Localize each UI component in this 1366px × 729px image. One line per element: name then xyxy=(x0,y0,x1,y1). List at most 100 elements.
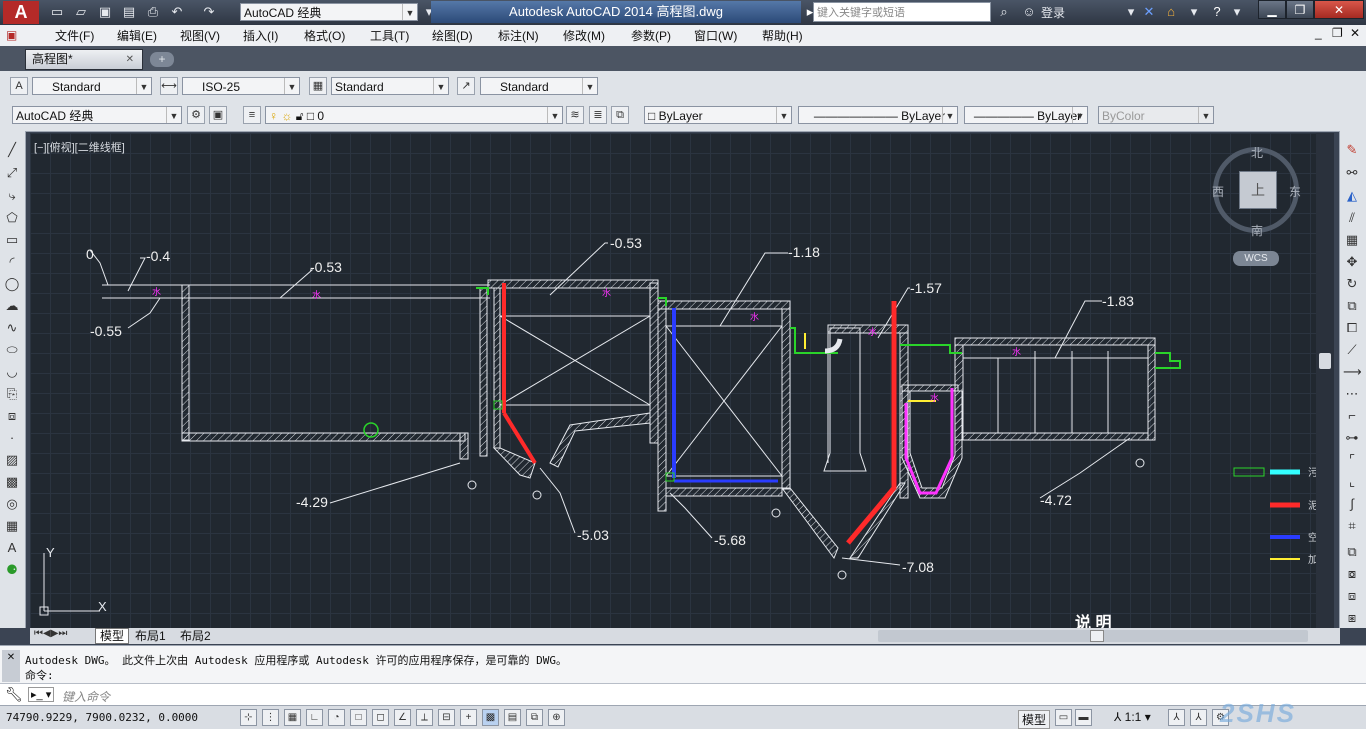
login-link[interactable]: 登录 xyxy=(1041,4,1065,21)
insert-block-icon[interactable]: ⎘ xyxy=(3,385,21,403)
revision-cloud-icon[interactable]: ☁ xyxy=(3,297,21,315)
binoculars-icon[interactable]: ⌕ xyxy=(995,3,1013,21)
mleader-style-icon[interactable]: ↗ xyxy=(457,77,475,95)
chevron-down-icon[interactable]: ▾ xyxy=(1185,3,1203,21)
apps-icon[interactable]: ⌂ xyxy=(1162,3,1180,21)
mleader-style-select[interactable]: Standard ▼ xyxy=(480,77,598,95)
chevron-down-icon[interactable]: ▾ xyxy=(1228,3,1246,21)
polygon-icon[interactable]: ⬠ xyxy=(3,209,21,227)
linetype-select[interactable]: ——————— ByLayer ▼ xyxy=(798,106,958,124)
drawing-area[interactable]: [−][俯视][二维线框] 水 水 水 水 水 水 水 0 -0.4 -0.53… xyxy=(30,133,1334,628)
explode-icon[interactable]: ⌗ xyxy=(1343,517,1361,535)
mtext-icon[interactable]: A xyxy=(3,539,21,557)
ellipse-icon[interactable]: ⬭ xyxy=(3,341,21,359)
lineweight-select[interactable]: ————— ByLayer ▼ xyxy=(964,106,1088,124)
extend-icon[interactable]: ⟶ xyxy=(1343,363,1362,381)
open-icon[interactable]: ▱ xyxy=(72,3,90,21)
object-snap-tracking-icon[interactable]: ∠ xyxy=(394,709,411,726)
viewcube-top-face[interactable]: 上 xyxy=(1239,171,1277,209)
save-as-icon[interactable]: ▤ xyxy=(120,3,138,21)
menu-file[interactable]: 文件(F) xyxy=(55,27,94,44)
layer-properties-icon[interactable]: ≡ xyxy=(243,106,261,124)
line-icon[interactable]: ╱ xyxy=(3,141,21,159)
customize-icon[interactable]: ▣ xyxy=(209,106,227,124)
rotate-icon[interactable]: ↻ xyxy=(1343,275,1361,293)
viewcube-north[interactable]: 北 xyxy=(1251,144,1263,161)
coordinate-readout[interactable]: 74790.9229, 7900.0232, 0.0000 xyxy=(6,711,198,724)
make-block-icon[interactable]: ⧈ xyxy=(3,407,21,425)
tab-layout2[interactable]: 布局2 xyxy=(180,628,211,644)
command-prompt-icon[interactable]: ▸_ ▾ xyxy=(28,687,55,702)
menu-dimension[interactable]: 标注(N) xyxy=(498,27,539,44)
mirror-icon[interactable]: ◭ xyxy=(1343,187,1361,205)
menu-help[interactable]: 帮助(H) xyxy=(762,27,803,44)
menu-window[interactable]: 窗口(W) xyxy=(694,27,737,44)
document-tab[interactable]: 高程图* ✕ xyxy=(25,49,143,70)
break-at-point-icon[interactable]: ⋯ xyxy=(1343,385,1361,403)
vertical-scrollbar[interactable] xyxy=(1316,133,1334,628)
circle-icon[interactable]: ◯ xyxy=(3,275,21,293)
new-tab-button[interactable]: + xyxy=(150,52,174,67)
redo-icon[interactable]: ↷ xyxy=(200,3,218,21)
selection-cycling-icon[interactable]: ⧉ xyxy=(526,709,543,726)
chamfer-icon[interactable]: ⌜ xyxy=(1343,451,1361,469)
array-icon[interactable]: ▦ xyxy=(1343,231,1361,249)
dynamic-input-icon[interactable]: ⊟ xyxy=(438,709,455,726)
blend-icon[interactable]: ∫ xyxy=(1343,495,1361,513)
dim-style-icon[interactable]: ⟷ xyxy=(160,77,178,95)
doc-close-button[interactable]: ✕ xyxy=(1350,26,1360,40)
grid-display-icon[interactable]: ▦ xyxy=(284,709,301,726)
wrench-icon[interactable]: 🔧︎ xyxy=(5,686,23,703)
layer-walk-icon[interactable]: ⧆ xyxy=(1343,609,1361,627)
new-icon[interactable]: ▭ xyxy=(48,3,66,21)
quick-view-drawings-icon[interactable]: ▬ xyxy=(1075,709,1092,726)
ellipse-arc-icon[interactable]: ◡ xyxy=(3,363,21,381)
layer-state-icon[interactable]: ⧉ xyxy=(611,106,629,124)
annotation-visibility-icon[interactable]: ⅄ xyxy=(1168,709,1185,726)
exchange-icon[interactable]: ✕ xyxy=(1140,3,1158,21)
join-icon[interactable]: ⊶ xyxy=(1343,429,1361,447)
3d-object-snap-icon[interactable]: ◻ xyxy=(372,709,389,726)
match-properties-icon[interactable]: ⧇ xyxy=(1343,565,1361,583)
horizontal-scrollbar[interactable] xyxy=(878,630,1308,642)
add-selected-icon[interactable]: ⚈ xyxy=(3,561,21,579)
scrollbar-thumb[interactable] xyxy=(1090,630,1104,642)
wcs-menu[interactable]: WCS xyxy=(1233,251,1279,266)
scrollbar-thumb[interactable] xyxy=(1319,353,1331,369)
command-input[interactable]: 键入命令 xyxy=(62,688,110,705)
make-current-icon[interactable]: ≋ xyxy=(566,106,584,124)
dim-style-select[interactable]: ISO-25 ▼ xyxy=(182,77,300,95)
construction-line-icon[interactable]: ⤢ xyxy=(3,164,21,182)
lineweight-icon[interactable]: + xyxy=(460,709,477,726)
infer-constraints-icon[interactable]: ⊹ xyxy=(240,709,257,726)
model-space-button[interactable]: 模型 xyxy=(1018,710,1051,729)
workspace-toolbar-select[interactable]: AutoCAD 经典 ▼ xyxy=(12,106,182,124)
layer-select[interactable]: ♀ ☼ 🔓︎ □ 0 ▼ xyxy=(265,106,563,124)
command-line[interactable]: 🔧︎ ▸_ ▾ 键入命令 xyxy=(0,683,1366,706)
doc-icon[interactable]: ▣ xyxy=(6,28,17,42)
undo-icon[interactable]: ↶ xyxy=(168,3,186,21)
search-input[interactable]: 键入关键字或短语 xyxy=(813,2,991,22)
ortho-mode-icon[interactable]: ∟ xyxy=(306,709,323,726)
erase-icon[interactable]: ✎ xyxy=(1343,141,1361,159)
stretch-icon[interactable]: ⧠ xyxy=(1343,319,1361,337)
point-icon[interactable]: · xyxy=(3,429,21,447)
menu-tools[interactable]: 工具(T) xyxy=(370,27,409,44)
app-logo-button[interactable]: A xyxy=(3,1,39,24)
hatch-icon[interactable]: ▨ xyxy=(3,451,21,469)
spline-icon[interactable]: ∿ xyxy=(3,319,21,337)
menu-view[interactable]: 视图(V) xyxy=(180,27,220,44)
maximize-button[interactable]: ❐ xyxy=(1286,0,1314,19)
menu-format[interactable]: 格式(O) xyxy=(304,27,345,44)
help-icon[interactable]: ? xyxy=(1208,3,1226,21)
close-button[interactable]: ✕ xyxy=(1314,0,1364,19)
workspace-select[interactable]: AutoCAD 经典 ▼ xyxy=(240,3,418,21)
viewcube-south[interactable]: 南 xyxy=(1251,222,1263,239)
fillet-icon[interactable]: ⌞ xyxy=(1343,473,1361,491)
user-icon[interactable]: ☺ xyxy=(1020,3,1038,21)
doc-minimize-button[interactable]: _ xyxy=(1315,26,1322,40)
print-icon[interactable]: ⎙ xyxy=(144,3,162,21)
menu-modify[interactable]: 修改(M) xyxy=(563,27,605,44)
table-icon[interactable]: ▦ xyxy=(3,517,21,535)
tab-layout1[interactable]: 布局1 xyxy=(135,628,166,644)
